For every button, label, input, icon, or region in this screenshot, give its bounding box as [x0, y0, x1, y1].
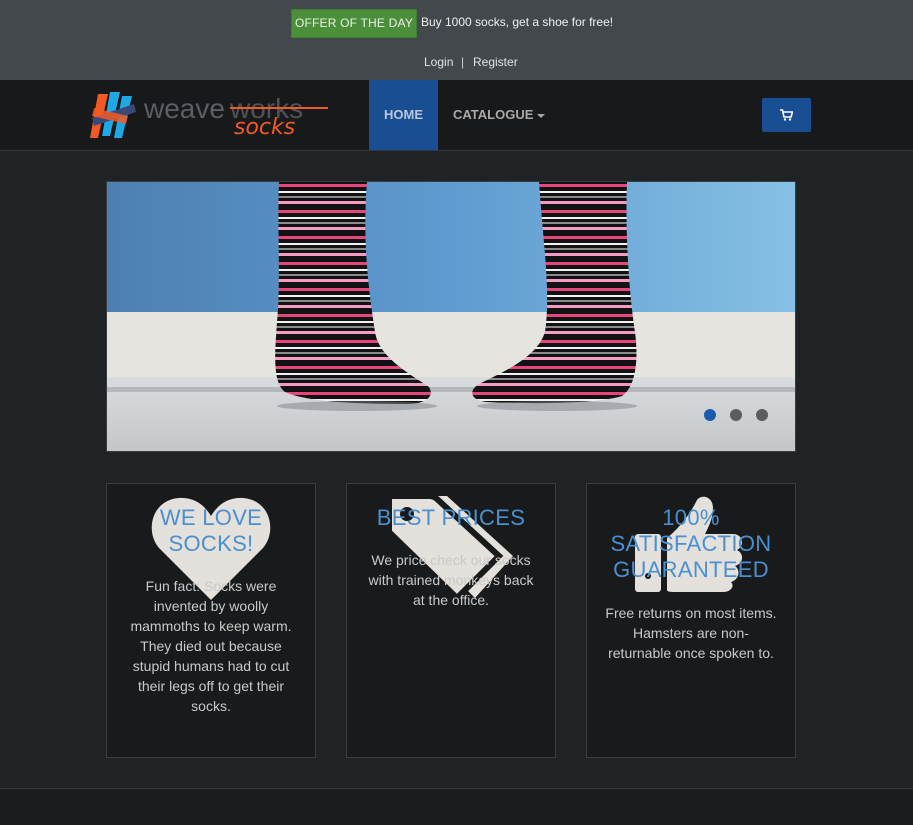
feature-title: 100% SATISFACTION GUARANTEED — [610, 505, 772, 582]
logo[interactable]: weave works socks — [90, 90, 335, 140]
nav-catalogue-label: CATALOGUE — [453, 107, 534, 122]
carousel-dot-2[interactable] — [730, 409, 742, 421]
feature-title: WE LOVE SOCKS! — [159, 505, 263, 556]
nav-catalogue[interactable]: CATALOGUE — [453, 80, 546, 150]
feature-text: Fun fact: Socks were invented by woolly … — [130, 578, 292, 714]
cart-button[interactable] — [762, 98, 811, 132]
svg-text:weave: weave — [143, 93, 225, 124]
feature-title: BEST PRICES — [376, 505, 526, 530]
feature-text: Free returns on most items. Hamsters are… — [605, 605, 777, 661]
feature-box-best-prices: BEST PRICES We price check our socks wit… — [346, 483, 556, 758]
offer-text: Buy 1000 socks, get a shoe for free! — [421, 15, 614, 29]
offer-of-the-day-button[interactable]: OFFER OF THE DAY — [291, 9, 417, 38]
striped-socks-image — [107, 182, 795, 451]
carousel-dot-3[interactable] — [756, 409, 768, 421]
register-link[interactable]: Register — [473, 55, 518, 69]
login-link[interactable]: Login — [424, 55, 453, 69]
feature-box-satisfaction: 100% SATISFACTION GUARANTEED Free returns … — [586, 483, 796, 758]
feature-text: We price check our socks with trained mo… — [368, 552, 534, 608]
navbar: weave works socks HOME CATALOGUE — [0, 80, 913, 151]
carousel-dot-1[interactable] — [704, 409, 716, 421]
separator: | — [461, 55, 465, 69]
top-bar: OFFER OF THE DAY Buy 1000 socks, get a s… — [0, 0, 913, 80]
shopping-cart-icon — [780, 109, 793, 121]
footer — [0, 788, 913, 825]
hero-carousel[interactable] — [106, 181, 796, 452]
caret-down-icon — [537, 113, 546, 118]
svg-text:socks: socks — [234, 115, 295, 140]
nav-home[interactable]: HOME — [369, 80, 438, 150]
feature-box-love-socks: WE LOVE SOCKS! Fun fact: Socks were inven… — [106, 483, 316, 758]
weaveworks-logo-icon: weave works socks — [90, 92, 328, 140]
